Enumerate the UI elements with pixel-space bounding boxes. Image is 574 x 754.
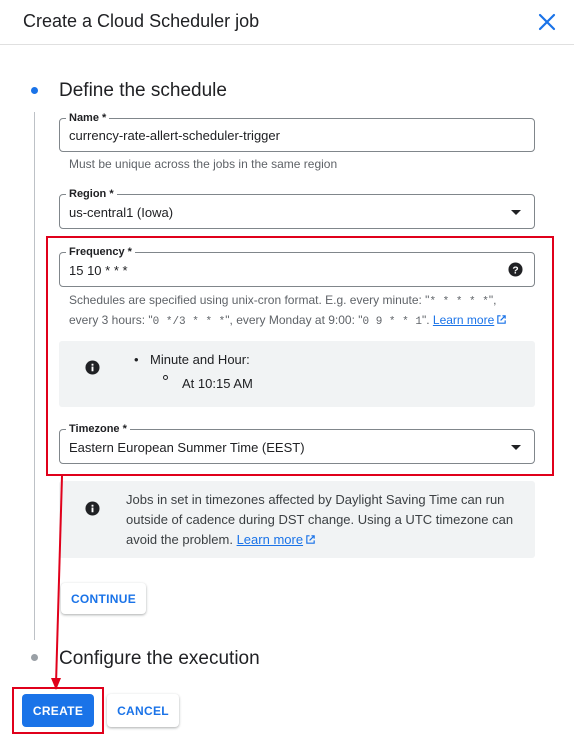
create-highlight-box [12, 687, 104, 734]
annotation-arrow [51, 475, 63, 690]
cancel-button[interactable]: CANCEL [107, 694, 179, 727]
